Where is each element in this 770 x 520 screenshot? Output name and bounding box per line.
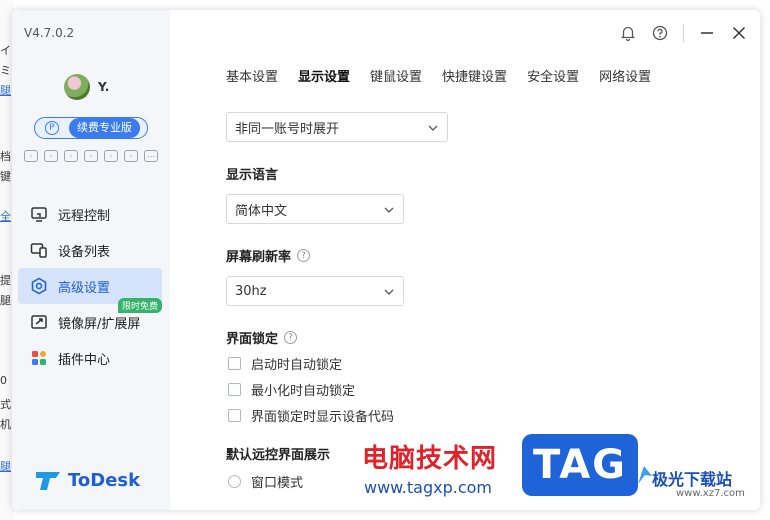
mirror-icon [30, 313, 48, 331]
remote-view-title: 默认远控界面展示 [226, 444, 330, 463]
watermark-url: www.tagxp.com [364, 478, 492, 497]
devices-icon [30, 241, 48, 259]
bell-icon[interactable] [619, 24, 637, 42]
help-icon[interactable] [651, 24, 669, 42]
monitor-icon [30, 205, 48, 223]
title-bar-divider [683, 24, 684, 42]
title-bar-controls [619, 24, 748, 42]
display-icon[interactable]: ◦ [64, 150, 78, 162]
settings-tabs: 基本设置 显示设置 键鼠设置 快捷键设置 安全设置 网络设置 [226, 66, 651, 85]
free-badge: 限时免费 [117, 298, 162, 313]
tab-security[interactable]: 安全设置 [527, 66, 579, 85]
checkbox[interactable] [228, 409, 241, 422]
vip-renew-button[interactable]: P 续费专业版 [34, 117, 148, 139]
logo-text: ToDesk [68, 469, 141, 491]
interface-lock-title: 界面锁定 ? [226, 328, 298, 347]
version-label: V4.7.0.2 [24, 26, 75, 40]
sidebar-item-label: 插件中心 [58, 352, 111, 368]
checkbox[interactable] [228, 357, 241, 370]
window-mode-select[interactable]: 非同一账号时展开 [226, 112, 448, 142]
camera-icon[interactable]: ◦ [44, 150, 58, 162]
tab-keyboard-mouse[interactable]: 键鼠设置 [370, 66, 422, 85]
vip-label: 续费专业版 [69, 118, 140, 138]
chevron-down-icon [428, 125, 438, 131]
feature-icons: ◦ ◦ ◦ ◦ ◦ ◦ ⋯ [24, 150, 158, 162]
main-panel: 基本设置 显示设置 键鼠设置 快捷键设置 安全设置 网络设置 非同一账号时展开 … [170, 10, 760, 510]
chat-icon[interactable]: ◦ [84, 150, 98, 162]
chevron-down-icon [384, 207, 394, 213]
section-title-text: 屏幕刷新率 [226, 250, 292, 265]
help-icon[interactable]: ? [284, 331, 298, 344]
refresh-rate-title: 屏幕刷新率 ? [226, 246, 311, 265]
watermark-site-url: www.xz7.com [676, 488, 745, 499]
cycle-icon[interactable]: ◦ [124, 150, 138, 162]
checkbox-label: 界面锁定时显示设备代码 [251, 410, 395, 425]
todesk-logo: ToDesk [34, 468, 140, 492]
sidebar-item-plugin-center[interactable]: 插件中心 [18, 340, 162, 376]
select-value: 简体中文 [235, 203, 288, 219]
avatar[interactable] [64, 74, 90, 100]
show-device-code-checkbox[interactable]: 界面锁定时显示设备代码 [228, 406, 394, 425]
sidebar: V4.7.0.2 Y. P 续费专业版 ◦ ◦ ◦ ◦ ◦ ◦ ⋯ 远程控制 设… [12, 10, 170, 510]
language-select[interactable]: 简体中文 [226, 194, 404, 224]
lock-on-start-checkbox[interactable]: 启动时自动锁定 [228, 354, 342, 373]
section-title-text: 界面锁定 [226, 332, 279, 347]
settings-icon [30, 277, 48, 295]
todesk-window: V4.7.0.2 Y. P 续费专业版 ◦ ◦ ◦ ◦ ◦ ◦ ⋯ 远程控制 设… [12, 10, 760, 510]
chevron-down-icon [384, 289, 394, 295]
minimize-icon[interactable] [698, 24, 716, 42]
language-title: 显示语言 [226, 164, 278, 183]
sidebar-item-device-list[interactable]: 设备列表 [18, 232, 162, 268]
sidebar-item-label: 设备列表 [58, 244, 111, 260]
sidebar-nav: 远程控制 设备列表 高级设置 镜像屏/扩展屏 限时免费 插件中心 [18, 196, 162, 376]
checkbox-label: 启动时自动锁定 [251, 358, 343, 373]
plugin-icon [30, 349, 48, 367]
help-icon[interactable]: ? [297, 249, 311, 262]
refresh-rate-select[interactable]: 30hz [226, 276, 404, 306]
pro-icon: P [45, 121, 59, 135]
watermark-text: 电脑技术网 [362, 444, 498, 474]
tab-display-settings[interactable]: 显示设置 [298, 66, 350, 85]
tab-shortcuts[interactable]: 快捷键设置 [442, 66, 507, 85]
gamepad-icon[interactable]: ◦ [24, 150, 38, 162]
more-icon[interactable]: ⋯ [144, 150, 158, 162]
sidebar-item-mirror-screen[interactable]: 镜像屏/扩展屏 限时免费 [18, 298, 162, 340]
watermark-tag-logo: TAG [522, 434, 638, 496]
sidebar-item-label: 镜像屏/扩展屏 [58, 316, 141, 332]
checkbox-label: 最小化时自动锁定 [251, 384, 356, 399]
radio-label: 窗口模式 [251, 476, 304, 491]
window-mode-radio[interactable]: 窗口模式 [228, 472, 303, 491]
sidebar-item-label: 远程控制 [58, 208, 111, 224]
watermark-site-name: 极光下载站 [652, 470, 733, 489]
select-value: 30hz [235, 283, 267, 299]
bell-small-icon[interactable]: ◦ [104, 150, 118, 162]
tab-basic-settings[interactable]: 基本设置 [226, 66, 278, 85]
section-title-text: 默认远控界面展示 [226, 448, 331, 463]
checkbox[interactable] [228, 383, 241, 396]
todesk-logo-icon [36, 472, 60, 490]
radio-button[interactable] [228, 475, 241, 488]
section-title-text: 显示语言 [226, 168, 279, 183]
sidebar-item-label: 高级设置 [58, 280, 111, 296]
tab-network[interactable]: 网络设置 [599, 66, 651, 85]
username[interactable]: Y. [98, 80, 109, 94]
select-value: 非同一账号时展开 [235, 121, 340, 137]
sidebar-item-remote-control[interactable]: 远程控制 [18, 196, 162, 232]
lock-on-minimize-checkbox[interactable]: 最小化时自动锁定 [228, 380, 355, 399]
close-icon[interactable] [730, 24, 748, 42]
